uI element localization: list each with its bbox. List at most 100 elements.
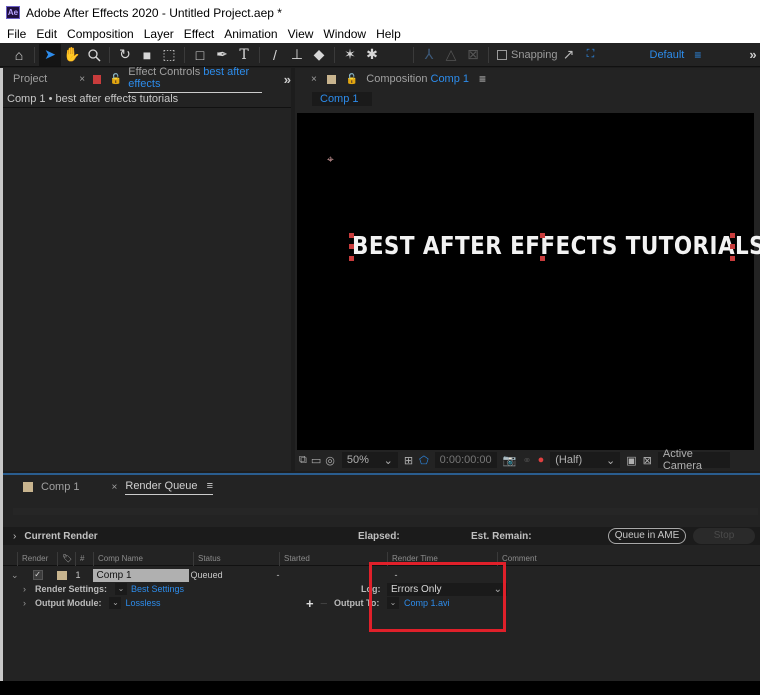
more-workspaces-icon[interactable]: »: [749, 47, 756, 62]
bounding-handle[interactable]: [349, 256, 354, 261]
mask-visibility-icon[interactable]: ⬠: [419, 454, 429, 467]
more-tabs-icon[interactable]: »: [284, 72, 291, 87]
bounding-handle[interactable]: [540, 256, 545, 261]
item-comp-name[interactable]: Comp 1: [92, 568, 189, 582]
roto-brush-tool-icon[interactable]: ✶: [339, 44, 361, 66]
rectangle-tool-icon[interactable]: □: [189, 44, 211, 66]
menu-view[interactable]: View: [283, 27, 319, 41]
comp-breadcrumb[interactable]: Comp 1: [312, 91, 372, 106]
remove-output-module-button[interactable]: −: [320, 596, 328, 611]
label-tag-icon[interactable]: 🏷: [57, 551, 75, 566]
menu-window[interactable]: Window: [318, 27, 371, 41]
expand-chevron-icon[interactable]: ›: [23, 584, 26, 594]
show-snapshot-icon[interactable]: ⚭: [522, 454, 531, 467]
zoom-tool-icon[interactable]: [83, 44, 105, 66]
magnification-dropdown[interactable]: 50% ⌄: [341, 452, 398, 468]
output-module-value[interactable]: Lossless: [125, 598, 160, 608]
output-to-value[interactable]: Comp 1.avi: [404, 598, 450, 608]
snapping-checkbox[interactable]: [497, 49, 507, 60]
column-render[interactable]: Render: [17, 551, 57, 566]
column-index[interactable]: #: [75, 551, 93, 566]
output-module-dropdown[interactable]: ⌄: [109, 597, 122, 609]
selection-tool-icon[interactable]: ➤: [39, 43, 61, 66]
transparency-grid-icon[interactable]: ⊠: [643, 454, 652, 467]
status-strip: [0, 681, 760, 695]
close-icon[interactable]: ×: [311, 74, 317, 85]
bounding-handle[interactable]: [730, 256, 735, 261]
panel-menu-icon[interactable]: ≡: [479, 72, 486, 86]
channel-icon[interactable]: ●: [538, 454, 545, 466]
menu-file[interactable]: File: [2, 27, 31, 41]
grid-guides-icon[interactable]: ⊞: [404, 454, 413, 467]
queue-in-ame-button[interactable]: Queue in AME: [608, 528, 686, 544]
workspace-default[interactable]: Default: [650, 49, 685, 61]
log-label: Log:: [361, 584, 381, 594]
bounding-handle[interactable]: [349, 233, 354, 238]
column-status[interactable]: Status: [193, 551, 279, 566]
timecode-field[interactable]: 0:00:00:00: [434, 452, 497, 468]
bounding-handle[interactable]: [540, 233, 545, 238]
puppet-pin-tool-icon[interactable]: ✱: [361, 44, 383, 66]
region-of-interest-icon[interactable]: ▣: [626, 454, 636, 467]
tab-composition[interactable]: Composition Comp 1: [366, 73, 469, 85]
resolution-dropdown[interactable]: (Half) ⌄: [550, 452, 621, 468]
menu-help[interactable]: Help: [371, 27, 406, 41]
camera-tool-icon[interactable]: ■: [136, 44, 158, 66]
tab-project[interactable]: Project: [13, 73, 47, 85]
home-icon[interactable]: ⌂: [8, 44, 30, 66]
collapse-chevron-icon[interactable]: ⌄: [11, 570, 19, 581]
expand-icon[interactable]: ↗: [558, 44, 580, 66]
menu-composition[interactable]: Composition: [62, 27, 139, 41]
hand-tool-icon[interactable]: ✋: [61, 44, 83, 66]
effect-controls-breadcrumb: Comp 1 • best after effects tutorials: [3, 90, 291, 108]
stop-button[interactable]: Stop: [693, 528, 755, 544]
rotation-tool-icon[interactable]: ↻: [114, 44, 136, 66]
expand-chevron-icon[interactable]: ›: [23, 598, 26, 608]
pen-tool-icon[interactable]: ✒: [211, 44, 233, 66]
vr-icon[interactable]: ◎: [325, 454, 335, 467]
column-comp-name[interactable]: Comp Name: [93, 551, 193, 566]
snapshot-icon[interactable]: 📷: [503, 454, 517, 467]
comp-label-color-icon[interactable]: [56, 570, 67, 580]
tab-render-queue[interactable]: Render Queue ≡: [125, 480, 214, 495]
close-icon[interactable]: ×: [112, 482, 118, 493]
tab-comp-timeline[interactable]: Comp 1: [41, 481, 80, 493]
camera-view-dropdown[interactable]: Active Camera: [657, 448, 730, 472]
log-dropdown[interactable]: Errors Only ⌄: [387, 582, 507, 596]
render-queue-item[interactable]: ⌄ ✓ 1 Comp 1 Queued - -: [3, 568, 760, 582]
column-started[interactable]: Started: [279, 551, 387, 566]
menu-animation[interactable]: Animation: [219, 27, 282, 41]
close-icon[interactable]: ×: [79, 74, 85, 85]
bounding-handle[interactable]: [730, 233, 735, 238]
anchor-point-icon[interactable]: ⌖: [327, 153, 339, 165]
tab-effect-controls[interactable]: Effect Controls best after effects: [128, 66, 262, 93]
bounding-handle[interactable]: [349, 244, 354, 249]
column-comment[interactable]: Comment: [497, 551, 572, 566]
lock-icon[interactable]: 🔓: [110, 74, 122, 85]
output-to-dropdown[interactable]: ⌄: [387, 597, 399, 609]
grid-snap-icon[interactable]: ⛶: [580, 44, 602, 66]
expand-chevron-icon[interactable]: ›: [13, 531, 16, 542]
brush-tool-icon[interactable]: /: [264, 44, 286, 66]
add-output-module-button[interactable]: +: [306, 596, 314, 611]
panel-menu-icon[interactable]: ≡: [207, 480, 213, 492]
workspace-menu-icon[interactable]: ≡: [694, 48, 701, 62]
monitor-icon[interactable]: ▭: [311, 454, 321, 467]
pan-behind-tool-icon[interactable]: ⬚: [158, 44, 180, 66]
bounding-handle[interactable]: [730, 244, 735, 249]
render-settings-value[interactable]: Best Settings: [131, 584, 184, 594]
lock-icon[interactable]: 🔓: [346, 74, 358, 85]
type-tool-icon[interactable]: T: [233, 44, 255, 66]
menu-effect[interactable]: Effect: [179, 27, 219, 41]
always-preview-icon[interactable]: ⧉: [299, 454, 307, 467]
eraser-tool-icon[interactable]: ◆: [308, 44, 330, 66]
clone-stamp-tool-icon[interactable]: ⊥: [286, 44, 308, 66]
column-render-time[interactable]: Render Time: [387, 551, 497, 566]
render-settings-dropdown[interactable]: ⌄: [115, 583, 128, 595]
text-layer[interactable]: BEST AFTER EFFECTS TUTORIALS: [352, 231, 760, 260]
menu-edit[interactable]: Edit: [31, 27, 62, 41]
composition-viewer[interactable]: ⌖ BEST AFTER EFFECTS TUTORIALS: [297, 113, 760, 450]
menu-layer[interactable]: Layer: [139, 27, 179, 41]
snapping-toggle[interactable]: Snapping: [497, 49, 558, 61]
render-checkbox[interactable]: ✓: [32, 570, 43, 580]
